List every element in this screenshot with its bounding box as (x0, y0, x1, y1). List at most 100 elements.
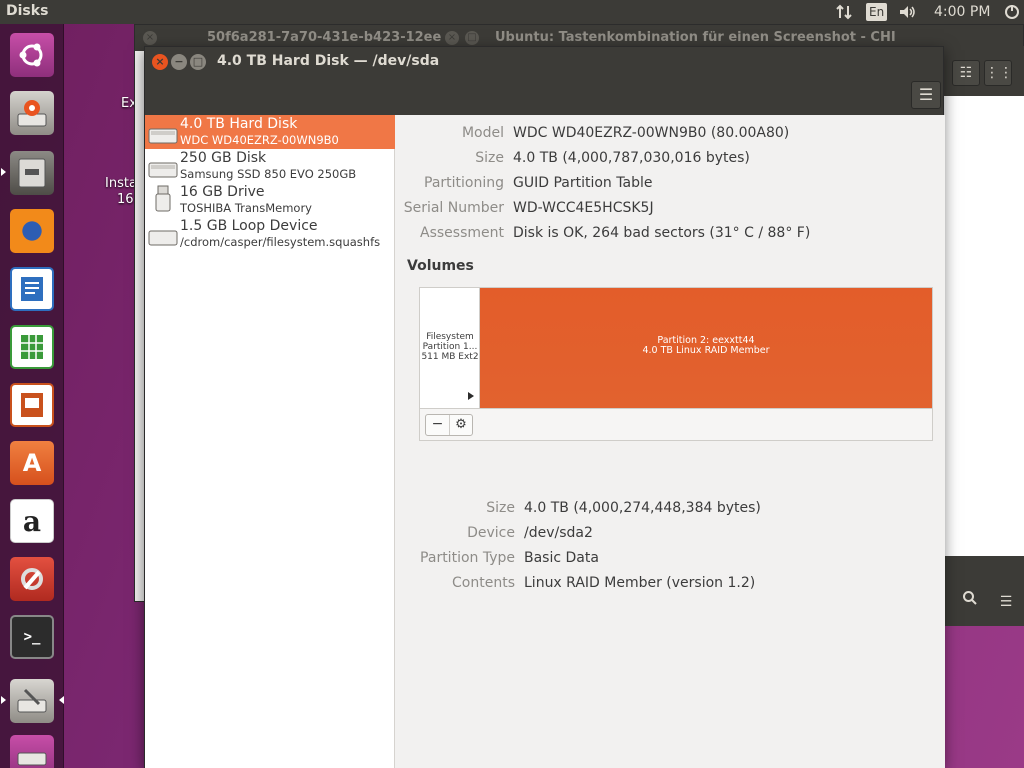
maximize-icon[interactable]: □ (465, 31, 479, 45)
partition-2-block-selected[interactable]: Partition 2: eexxtt44 4.0 TB Linux RAID … (480, 288, 932, 408)
active-app-title: Disks (6, 3, 49, 19)
drive-detail: /cdrom/casper/filesystem.squashfs (180, 235, 381, 249)
maximize-button[interactable]: □ (190, 54, 206, 70)
top-panel: Disks En 4:00 PM (0, 0, 1024, 24)
partition-2-desc: 4.0 TB Linux RAID Member (642, 345, 770, 356)
size-value[interactable]: 4.0 TB (4,000,787,030,016 bytes) (513, 150, 750, 166)
device-label: Device (467, 525, 515, 541)
impress-presentation-icon (10, 383, 54, 427)
background-tab-title[interactable]: 50f6a281-7a70-431e-b423-12ee (207, 30, 441, 45)
size-label: Size (475, 150, 504, 166)
minimize-button[interactable]: − (171, 54, 187, 70)
device-value[interactable]: /dev/sda2 (524, 525, 593, 541)
drive-item-16gb-drive[interactable]: 16 GB Drive TOSHIBA TransMemory (145, 183, 395, 217)
drive-name: 4.0 TB Hard Disk (180, 116, 298, 132)
hard-disk-icon (148, 128, 178, 144)
serial-number-value[interactable]: WD-WCC4E5HCSK5J (513, 200, 654, 216)
drive-item-4tb-hard-disk[interactable]: 4.0 TB Hard Disk WDC WD40EZRZ-00WN9B0 (145, 115, 395, 149)
launcher-amazon[interactable]: a (7, 496, 57, 546)
contents-value[interactable]: Linux RAID Member (version 1.2) (524, 575, 755, 591)
desktop-icon-label[interactable]: Insta (105, 176, 137, 191)
disks-utility-icon (10, 679, 54, 723)
launcher-terminal[interactable]: >_ (7, 612, 57, 662)
running-indicator (1, 696, 6, 704)
assessment-value[interactable]: Disk is OK, 264 bad sectors (31° C / 88°… (513, 225, 810, 241)
grid-view-icon[interactable]: ⋮⋮ (984, 60, 1013, 86)
network-transfer-icon[interactable] (836, 0, 852, 24)
drive-name: 16 GB Drive (180, 184, 265, 200)
system-menu-icon[interactable] (1004, 0, 1020, 24)
launcher-dash-button[interactable] (7, 30, 57, 80)
volume-map: Filesystem Partition 1... 511 MB Ext2 Pa… (419, 287, 933, 441)
drive-list: 4.0 TB Hard Disk WDC WD40EZRZ-00WN9B0 25… (145, 115, 395, 768)
drive-item-250gb-disk[interactable]: 250 GB Disk Samsung SSD 850 EVO 250GB (145, 149, 395, 183)
gear-icon[interactable]: ⚙ (450, 415, 472, 435)
launcher-impress[interactable] (7, 380, 57, 430)
close-icon[interactable]: × (445, 31, 459, 45)
partition-1-block[interactable]: Filesystem Partition 1... 511 MB Ext2 (420, 288, 480, 408)
settings-wrench-icon (10, 557, 54, 601)
close-icon[interactable]: × (143, 31, 157, 45)
right-partial-window[interactable]: ☷ ⋮⋮ (942, 46, 1024, 626)
usb-drive-icon (155, 185, 171, 212)
drive-name: 250 GB Disk (180, 150, 267, 166)
launcher-calc[interactable] (7, 322, 57, 372)
partition-1-size: 511 MB Ext2 (421, 352, 479, 362)
disk-details-pane: Model WDC WD40EZRZ-00WN9B0 (80.00A80) Si… (395, 115, 945, 768)
clock[interactable]: 4:00 PM (934, 0, 990, 24)
drive-detail: WDC WD40EZRZ-00WN9B0 (180, 133, 339, 147)
disks-window[interactable]: × − □ 4.0 TB Hard Disk — /dev/sda ☰ 4.0 … (144, 46, 945, 768)
partition-2-label: Partition 2: eexxtt44 4.0 TB Linux RAID … (480, 336, 932, 356)
disks-headerbar: × − □ 4.0 TB Hard Disk — /dev/sda ☰ (145, 47, 943, 115)
drive-detail: TOSHIBA TransMemory (180, 201, 312, 215)
terminal-icon: >_ (10, 615, 54, 659)
delete-partition-button[interactable]: − (426, 415, 450, 435)
launcher-installer[interactable] (7, 88, 57, 138)
running-indicator (1, 168, 6, 176)
hard-disk-icon (10, 735, 54, 768)
serial-number-label: Serial Number (403, 200, 504, 216)
partition-size-value[interactable]: 4.0 TB (4,000,274,448,384 bytes) (524, 500, 761, 516)
expand-arrow-icon[interactable] (468, 392, 474, 400)
partition-type-label: Partition Type (420, 550, 515, 566)
desktop-icon-label[interactable]: 16 (117, 192, 134, 207)
file-cabinet-icon (10, 151, 54, 195)
launcher-disks[interactable] (7, 676, 57, 726)
writer-document-icon (10, 267, 54, 311)
model-label: Model (461, 125, 504, 141)
close-button[interactable]: × (152, 54, 168, 70)
keyboard-layout-indicator[interactable]: En (866, 3, 888, 21)
partition-size-label: Size (486, 500, 515, 516)
model-value[interactable]: WDC WD40EZRZ-00WN9B0 (80.00A80) (513, 125, 789, 141)
hard-disk-icon (148, 162, 178, 178)
drive-name: 1.5 GB Loop Device (180, 218, 318, 234)
launcher-drive[interactable] (7, 732, 57, 768)
right-window-toolbar: ☷ ⋮⋮ (942, 46, 1024, 96)
search-icon[interactable] (956, 590, 984, 616)
partition-1-type: Filesystem (426, 332, 474, 342)
partition-1-name: Partition 1... (422, 342, 478, 352)
amazon-icon: a (10, 499, 54, 543)
window-title: 4.0 TB Hard Disk — /dev/sda (217, 53, 440, 69)
volume-icon[interactable] (898, 0, 918, 24)
focused-indicator (59, 696, 64, 704)
software-bag-icon: A (10, 441, 54, 485)
partition-type-value[interactable]: Basic Data (524, 550, 599, 566)
launcher: A a >_ (0, 24, 64, 768)
launcher-system-settings[interactable] (7, 554, 57, 604)
launcher-firefox[interactable] (7, 206, 57, 256)
firefox-icon (10, 209, 54, 253)
partitioning-value[interactable]: GUID Partition Table (513, 175, 652, 191)
hamburger-menu-button[interactable]: ☰ (911, 81, 941, 109)
list-view-icon[interactable]: ☰ (992, 590, 1020, 616)
drive-item-loop-device[interactable]: 1.5 GB Loop Device /cdrom/casper/filesys… (145, 217, 395, 251)
volumes-heading: Volumes (407, 258, 474, 274)
volume-toolbar: − ⚙ (420, 408, 932, 440)
launcher-files[interactable] (7, 148, 57, 198)
launcher-writer[interactable] (7, 264, 57, 314)
partitioning-label: Partitioning (424, 175, 504, 191)
list-view-icon[interactable]: ☷ (952, 60, 980, 86)
launcher-software-center[interactable]: A (7, 438, 57, 488)
installer-icon (10, 91, 54, 135)
calc-spreadsheet-icon (10, 325, 54, 369)
